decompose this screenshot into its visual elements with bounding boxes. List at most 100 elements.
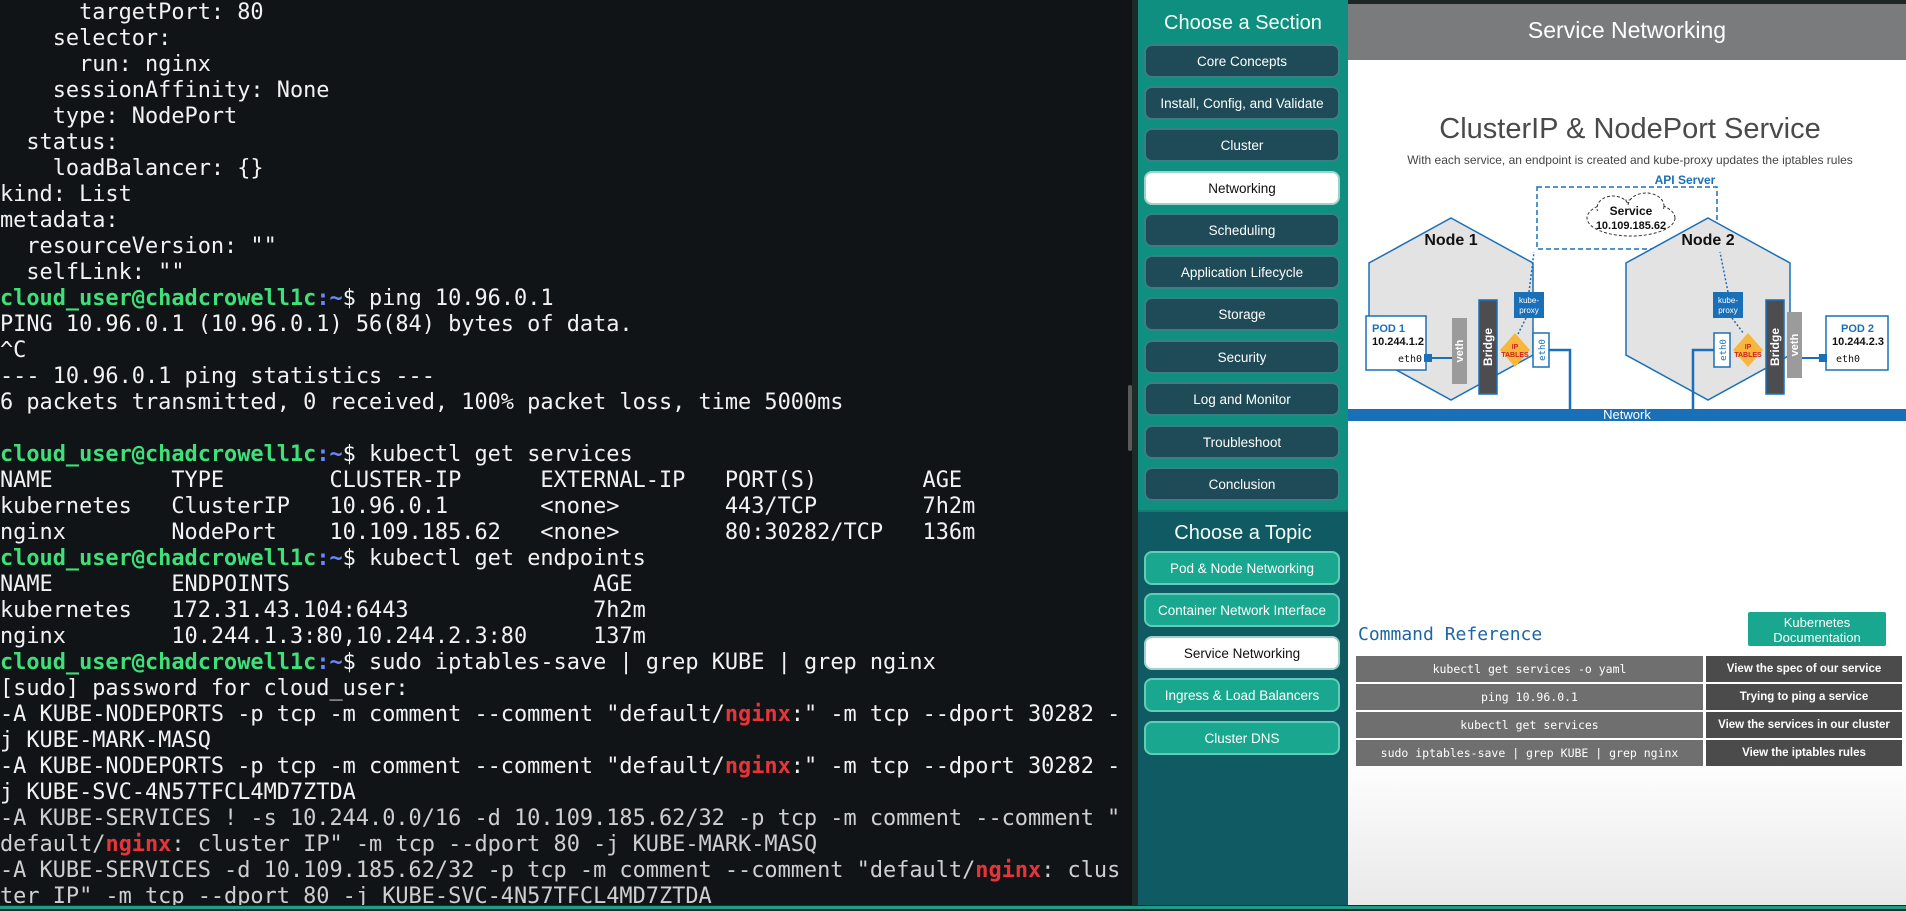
course-panel: Choose a Section Core Concepts Install, … [1138, 0, 1906, 905]
topic-heading: Choose a Topic [1174, 522, 1312, 544]
prompt-line: cloud_user@chadcrowell1c:~$ kubectl get … [0, 442, 1132, 468]
section-storage-button[interactable]: Storage [1144, 297, 1340, 331]
description-cell: View the spec of our service [1706, 656, 1902, 682]
section-conclusion-button[interactable]: Conclusion [1144, 467, 1340, 501]
section-core-concepts-button[interactable]: Core Concepts [1144, 44, 1340, 78]
video-progress-fill [0, 906, 1906, 909]
kubernetes-documentation-button[interactable]: Kubernetes Documentation [1748, 612, 1886, 646]
highlight-match: nginx [975, 858, 1042, 883]
table-row: kubectl get services -o yaml View the sp… [1356, 656, 1902, 682]
command-reference-title: Command Reference [1358, 624, 1543, 645]
topic-service-networking-button[interactable]: Service Networking [1144, 636, 1340, 670]
terminal-window[interactable]: targetPort: 80 selector: run: nginx sess… [0, 0, 1132, 905]
content-area: Service Networking ClusterIP & NodePort … [1348, 0, 1906, 905]
terminal-line: resourceVersion: "" [0, 234, 277, 259]
node1-eth0-label: eth0 [1538, 339, 1548, 361]
content-header: Service Networking [1348, 0, 1906, 60]
iptables2-label-1: IP [1745, 344, 1752, 351]
table-header: NAME ENDPOINTS AGE [0, 572, 633, 597]
pod2-ip: 10.244.2.3 [1832, 336, 1884, 348]
command-reference-table: kubectl get services -o yaml View the sp… [1356, 654, 1902, 768]
iptables-text: : cluster IP" -m tcp --dport 80 -j KUBE-… [171, 832, 818, 857]
kube-proxy2-label-1: kube- [1718, 296, 1738, 305]
topic-cni-button[interactable]: Container Network Interface [1144, 593, 1340, 627]
section-application-lifecycle-button[interactable]: Application Lifecycle [1144, 255, 1340, 289]
section-cluster-button[interactable]: Cluster [1144, 128, 1340, 162]
iptables-text: -A KUBE-NODEPORTS -p tcp -m comment --co… [0, 754, 725, 779]
kube-proxy1-label-2: proxy [1519, 306, 1539, 315]
prompt-user: cloud_user@chadcrowell1c [0, 546, 317, 571]
terminal-line: kind: List [0, 182, 132, 207]
description-cell: View the iptables rules [1706, 740, 1902, 766]
section-troubleshoot-button[interactable]: Troubleshoot [1144, 425, 1340, 459]
table-row: nginx NodePort 10.109.185.62 <none> 80:3… [0, 520, 976, 545]
terminal-line: --- 10.96.0.1 ping statistics --- [0, 364, 435, 389]
pod1-port [1424, 354, 1432, 362]
table-row: kubernetes ClusterIP 10.96.0.1 <none> 44… [0, 494, 976, 519]
kube-proxy2-label-2: proxy [1718, 306, 1738, 315]
table-header: NAME TYPE CLUSTER-IP EXTERNAL-IP PORT(S)… [0, 468, 963, 493]
topic-ingress-load-balancers-button[interactable]: Ingress & Load Balancers [1144, 678, 1340, 712]
iptables-text: :" -m tcp --dport 30282 - [790, 754, 1121, 779]
terminal-line: type: NodePort [0, 104, 238, 129]
prompt-line: cloud_user@chadcrowell1c:~$ sudo iptable… [0, 650, 1132, 676]
section-security-button[interactable]: Security [1144, 340, 1340, 374]
section-log-monitor-button[interactable]: Log and Monitor [1144, 382, 1340, 416]
terminal-line: [sudo] password for cloud_user: [0, 676, 409, 701]
iptables-line: -A KUBE-SERVICES -d 10.109.185.62/32 -p … [0, 858, 1132, 884]
service-networking-diagram: ClusterIP & NodePort Service With each s… [1348, 113, 1906, 422]
terminal-line: targetPort: 80 [0, 0, 264, 25]
command-cell: kubectl get services -o yaml [1356, 656, 1706, 682]
pod2-eth0-label: eth0 [1836, 354, 1860, 365]
command-text: ping 10.96.0.1 [355, 286, 554, 311]
diagram-subtitle: With each service, an endpoint is create… [1407, 153, 1853, 167]
prompt-line: cloud_user@chadcrowell1c:~$ kubectl get … [0, 546, 1132, 572]
bridge1-label: Bridge [1481, 328, 1495, 366]
prompt-symbol: $ [342, 442, 356, 467]
node2-label: Node 2 [1681, 232, 1734, 249]
iptables-text: -A KUBE-SERVICES -d 10.109.185.62/32 -p … [0, 858, 976, 883]
top-edge [1348, 0, 1906, 4]
table-row: sudo iptables-save | grep KUBE | grep ng… [1356, 740, 1902, 766]
command-text: kubectl get endpoints [355, 546, 646, 571]
section-install-config-validate-button[interactable]: Install, Config, and Validate [1144, 86, 1340, 120]
iptables-text: : clus [1041, 858, 1121, 883]
service-label: Service [1610, 204, 1653, 218]
description-cell: Trying to ping a service [1706, 684, 1902, 710]
table-row: nginx 10.244.1.3:80,10.244.2.3:80 137m [0, 624, 646, 649]
network-label: Network [1603, 407, 1651, 422]
service-ip: 10.109.185.62 [1596, 220, 1666, 232]
terminal-line: loadBalancer: {} [0, 156, 264, 181]
topic-cluster-dns-button[interactable]: Cluster DNS [1144, 721, 1340, 755]
topic-pod-node-networking-button[interactable]: Pod & Node Networking [1144, 551, 1340, 585]
video-progress-bar[interactable] [0, 905, 1906, 911]
command-cell: kubectl get services [1356, 712, 1706, 738]
iptables-text: default/ [0, 832, 106, 857]
description-cell: View the services in our cluster [1706, 712, 1902, 738]
iptables1-label-1: IP [1512, 344, 1519, 351]
terminal-line: metadata: [0, 208, 119, 233]
section-scheduling-button[interactable]: Scheduling [1144, 213, 1340, 247]
terminal-line: 6 packets transmitted, 0 received, 100% … [0, 390, 844, 415]
iptables-text: -A KUBE-NODEPORTS -p tcp -m comment --co… [0, 702, 725, 727]
prompt-symbol: $ [342, 650, 356, 675]
prompt-path: :~ [316, 546, 343, 571]
terminal-line: selfLink: "" [0, 260, 185, 285]
veth2-label: veth [1789, 333, 1801, 356]
prompt-path: :~ [316, 650, 343, 675]
bridge2-label: Bridge [1768, 328, 1782, 366]
pod2-name: POD 2 [1841, 323, 1874, 335]
pod1-ip: 10.244.1.2 [1372, 336, 1424, 348]
terminal-line: PING 10.96.0.1 (10.96.0.1) 56(84) bytes … [0, 312, 633, 337]
iptables-line: ter IP" -m tcp --dport 80 -j KUBE-SVC-4N… [0, 884, 712, 905]
table-row: kubectl get services View the services i… [1356, 712, 1902, 738]
iptables-line: -A KUBE-SERVICES ! -s 10.244.0.0/16 -d 1… [0, 806, 1121, 831]
prompt-user: cloud_user@chadcrowell1c [0, 286, 317, 311]
node1-label: Node 1 [1424, 232, 1477, 249]
terminal-line: sessionAffinity: None [0, 78, 330, 103]
section-networking-button[interactable]: Networking [1144, 171, 1340, 205]
pod1-name: POD 1 [1372, 323, 1405, 335]
veth1-label: veth [1454, 339, 1466, 362]
footer-gradient [1348, 756, 1906, 905]
